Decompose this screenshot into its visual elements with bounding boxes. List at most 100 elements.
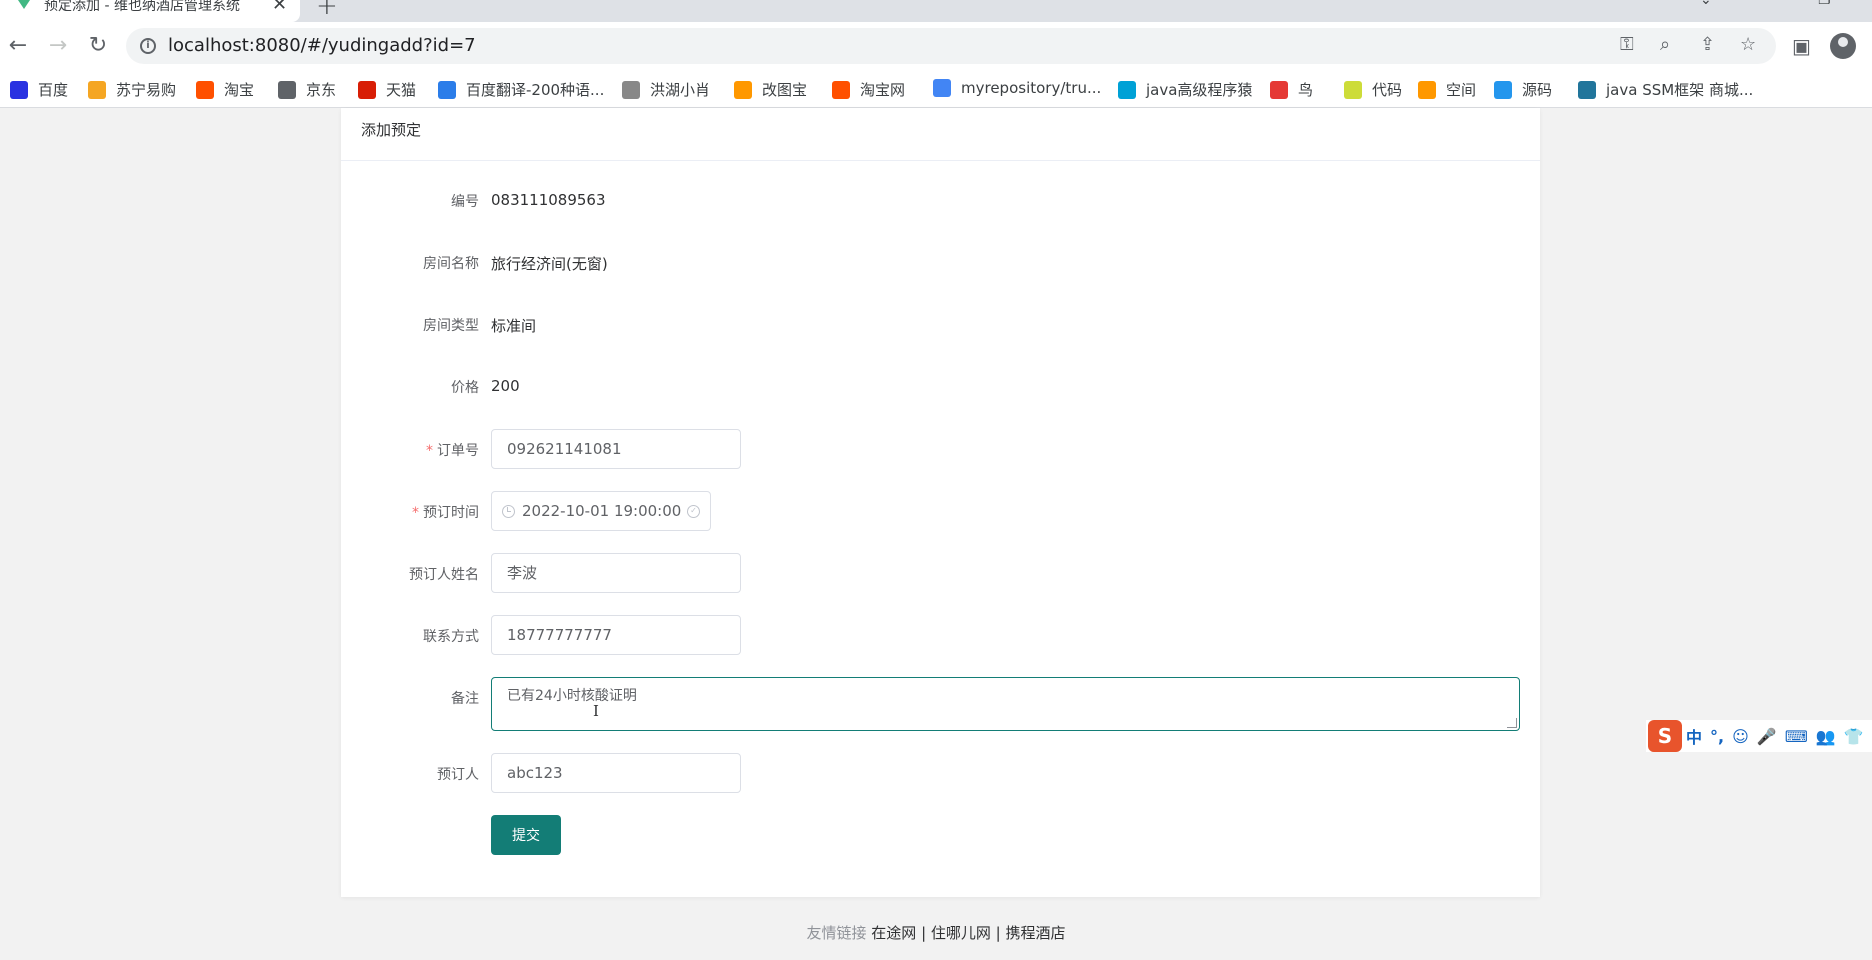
site-info-icon[interactable]: i [140, 38, 156, 54]
guest-name-input[interactable]: 李波 [491, 553, 741, 593]
bird-icon [622, 80, 640, 99]
bookmark-item[interactable]: 苏宁易购 [88, 79, 176, 100]
required-mark: * [426, 443, 433, 459]
taobao-icon [832, 80, 850, 99]
bookmark-item[interactable]: 淘宝网 [832, 79, 905, 100]
ime-skin-icon[interactable]: 👕 [1844, 727, 1864, 746]
bookmark-label: 改图宝 [762, 81, 808, 99]
bookmark-label: 京东 [306, 81, 337, 99]
bookmark-item[interactable]: 代码 [1344, 79, 1402, 100]
zoom-icon[interactable]: ⌕ [1660, 34, 1670, 55]
taobao-icon [196, 80, 214, 99]
ime-chinese-mode-icon[interactable]: 中 [1686, 724, 1702, 748]
bookmark-item[interactable]: 百度翻译-200种语... [438, 79, 604, 100]
bookmark-label: java高级程序猿 [1146, 81, 1253, 99]
bookmark-label: 淘宝网 [860, 81, 906, 99]
globe-icon [278, 80, 296, 99]
bookmarks-bar: 百度 苏宁易购 淘宝 京东 天猫 百度翻译-200种语... 洪湖小肖 改图宝 淘宝网 myrep… [0, 70, 1872, 108]
browser-toolbar: ← → ↻ i localhost:8080/#/yudingadd?id=7 … [0, 22, 1872, 70]
bookmark-label: 天猫 [386, 81, 417, 99]
bookmark-label: 空间 [1446, 81, 1477, 99]
chrome-icon [933, 79, 951, 97]
guest-name-label: 预订人姓名 [409, 567, 479, 583]
bookmark-item[interactable]: java高级程序猿 [1118, 79, 1252, 100]
bird-icon [1270, 80, 1288, 99]
bookmark-item[interactable]: 京东 [278, 79, 336, 100]
room-name-value: 旅行经济间(无窗) [491, 255, 608, 273]
bookmark-label: 代码 [1372, 81, 1403, 99]
ime-voice-icon[interactable]: 🎤 [1757, 727, 1777, 746]
bookmark-item[interactable]: 空间 [1418, 79, 1476, 100]
key-icon[interactable]: ⚿ [1620, 34, 1634, 55]
ime-users-icon[interactable]: 👥 [1816, 727, 1836, 746]
vue-logo-icon [18, 0, 30, 9]
bookmark-item[interactable]: 鸟 [1270, 79, 1313, 100]
space-icon [1418, 80, 1436, 99]
price-label: 价格 [451, 380, 479, 396]
ime-keyboard-icon[interactable]: ⌨ [1785, 727, 1808, 746]
close-tab-icon[interactable]: ✕ [272, 0, 287, 15]
address-bar[interactable]: i localhost:8080/#/yudingadd?id=7 ⚿ ⌕ ⇪ … [126, 28, 1776, 64]
code-icon [1344, 80, 1362, 99]
bookmark-label: 源码 [1522, 81, 1553, 99]
code-value: 083111089563 [491, 191, 606, 209]
forward-icon[interactable]: → [44, 32, 72, 60]
add-booking-card: 添加预定 编号 083111089563 房间名称 旅行经济间(无窗) 房间类型… [341, 108, 1540, 897]
room-type-value: 标准间 [491, 317, 537, 335]
booking-time-label: * 预订时间 [412, 505, 479, 521]
suning-icon [88, 80, 106, 99]
tab-title: 预定添加 - 维也纳酒店管理系统 [44, 0, 240, 14]
share-icon[interactable]: ⇪ [1700, 34, 1715, 55]
bookmark-label: 洪湖小肖 [650, 81, 711, 99]
wordpress-icon [1578, 80, 1596, 99]
ime-emoji-icon[interactable]: ☺ [1732, 727, 1749, 746]
bookmark-label: 淘宝 [224, 81, 255, 99]
ime-toolbar: S 中 °, ☺ 🎤 ⌨ 👥 👕 [1646, 720, 1872, 752]
gaitubao-icon [734, 80, 752, 99]
room-type-label: 房间类型 [423, 318, 479, 334]
booking-time-picker[interactable]: 2022-10-01 19:00:00 ✓ [491, 491, 711, 531]
sogou-logo-icon[interactable]: S [1648, 720, 1682, 752]
tab-strip: 预定添加 - 维也纳酒店管理系统 ✕ + ⌄ ❐ [0, 0, 1872, 22]
bookmark-item[interactable]: 源码 [1494, 79, 1552, 100]
bookmark-label: 苏宁易购 [116, 81, 177, 99]
ime-punctuation-icon[interactable]: °, [1710, 727, 1724, 746]
footer: 友情链接 在途网 | 住哪儿网 | 携程酒店 [0, 922, 1872, 943]
resize-handle-icon[interactable] [1507, 718, 1517, 728]
footer-prefix: 友情链接 [806, 924, 867, 942]
back-icon[interactable]: ← [4, 32, 32, 60]
remark-label: 备注 [451, 691, 479, 707]
booker-input[interactable]: abc123 [491, 753, 741, 793]
side-panel-icon[interactable]: ▣ [1792, 34, 1811, 58]
bookmark-item[interactable]: 淘宝 [196, 79, 254, 100]
booking-time-value: 2022-10-01 19:00:00 [522, 502, 682, 520]
bookmark-item[interactable]: 洪湖小肖 [622, 79, 710, 100]
bookmark-item[interactable]: 天猫 [358, 79, 416, 100]
bookmark-label: 百度 [38, 81, 69, 99]
tmall-icon [358, 80, 376, 99]
contact-input[interactable]: 18777777777 [491, 615, 741, 655]
chevron-down-icon[interactable]: ⌄ [1700, 0, 1712, 8]
restore-window-icon[interactable]: ❐ [1818, 0, 1831, 8]
url-text[interactable]: localhost:8080/#/yudingadd?id=7 [168, 35, 476, 56]
bookmark-item[interactable]: myrepository/tru... [933, 79, 1101, 97]
bookmark-item[interactable]: 百度 [10, 79, 68, 100]
new-tab-icon[interactable]: + [316, 0, 338, 21]
remark-textarea[interactable]: 已有24小时核酸证明 I [491, 677, 1520, 731]
page-title: 添加预定 [341, 108, 1540, 161]
bookmark-item[interactable]: 改图宝 [734, 79, 807, 100]
bookmark-item[interactable]: java SSM框架 商城... [1578, 79, 1753, 100]
room-name-label: 房间名称 [423, 256, 479, 272]
text-cursor-icon: I [593, 702, 599, 720]
submit-button[interactable]: 提交 [491, 815, 561, 855]
bookmark-label: 百度翻译-200种语... [466, 81, 605, 99]
circle-check-icon[interactable]: ✓ [687, 505, 700, 518]
profile-avatar-icon[interactable] [1830, 33, 1856, 59]
clock-icon [502, 505, 515, 518]
star-icon[interactable]: ☆ [1740, 34, 1756, 55]
order-no-input[interactable]: 092621141081 [491, 429, 741, 469]
required-mark: * [412, 505, 419, 521]
footer-links[interactable]: 在途网 | 住哪儿网 | 携程酒店 [871, 924, 1065, 942]
browser-tab[interactable]: 预定添加 - 维也纳酒店管理系统 ✕ [0, 0, 300, 22]
reload-icon[interactable]: ↻ [84, 32, 112, 60]
